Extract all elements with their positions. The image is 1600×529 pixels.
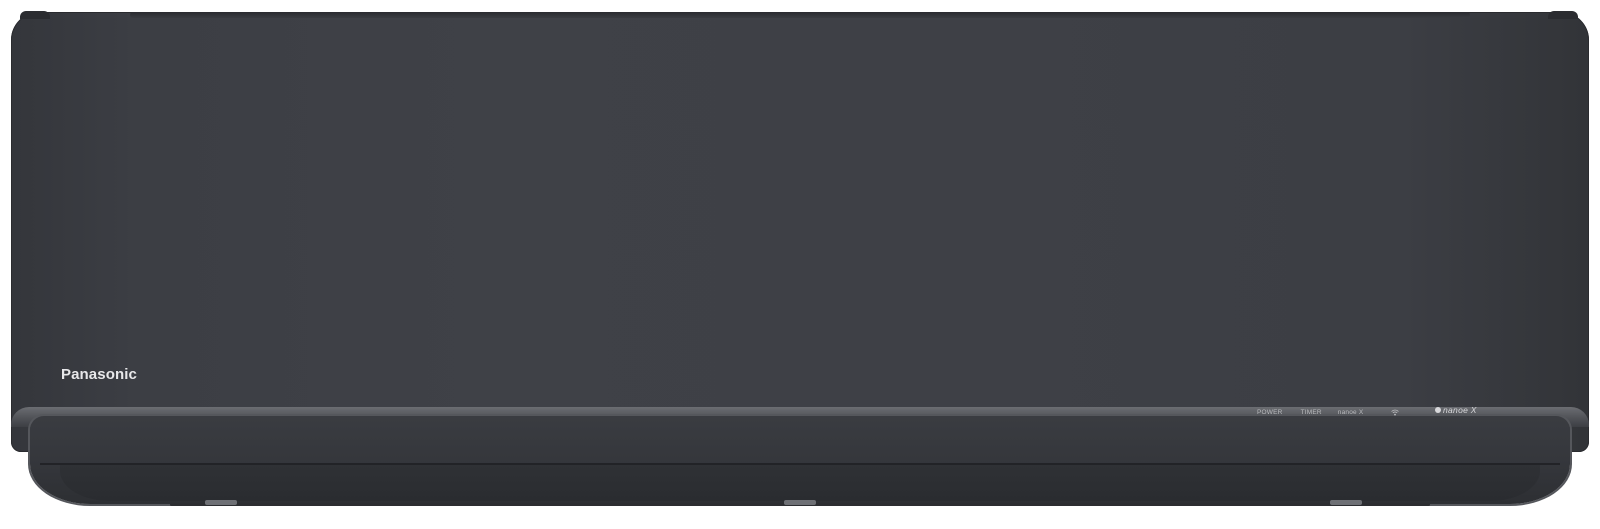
timer-indicator-label: TIMER: [1300, 408, 1322, 416]
bottom-foot-left: [205, 500, 237, 505]
bottom-foot-center: [784, 500, 816, 505]
wifi-icon: [1391, 409, 1400, 416]
nanoe-badge-text: nanoe X: [1443, 405, 1477, 415]
left-corner-cap: [20, 11, 50, 19]
indicator-panel: POWER TIMER nanoe X: [1257, 406, 1400, 418]
louver-lower-flap: [60, 465, 1540, 501]
top-edge: [130, 12, 1470, 18]
unit-front-panel: [11, 12, 1589, 452]
nanoe-badge: nanoe X: [1435, 405, 1477, 415]
nanoe-indicator-label: nanoe X: [1337, 408, 1364, 416]
power-indicator-label: POWER: [1257, 408, 1283, 416]
right-corner-cap: [1548, 11, 1578, 19]
brand-logo: Panasonic: [61, 366, 137, 383]
air-conditioner-unit: Panasonic POWER TIMER nanoe X nanoe X: [0, 0, 1600, 529]
bottom-foot-right: [1330, 500, 1362, 505]
nanoe-dot-icon: [1435, 407, 1441, 413]
